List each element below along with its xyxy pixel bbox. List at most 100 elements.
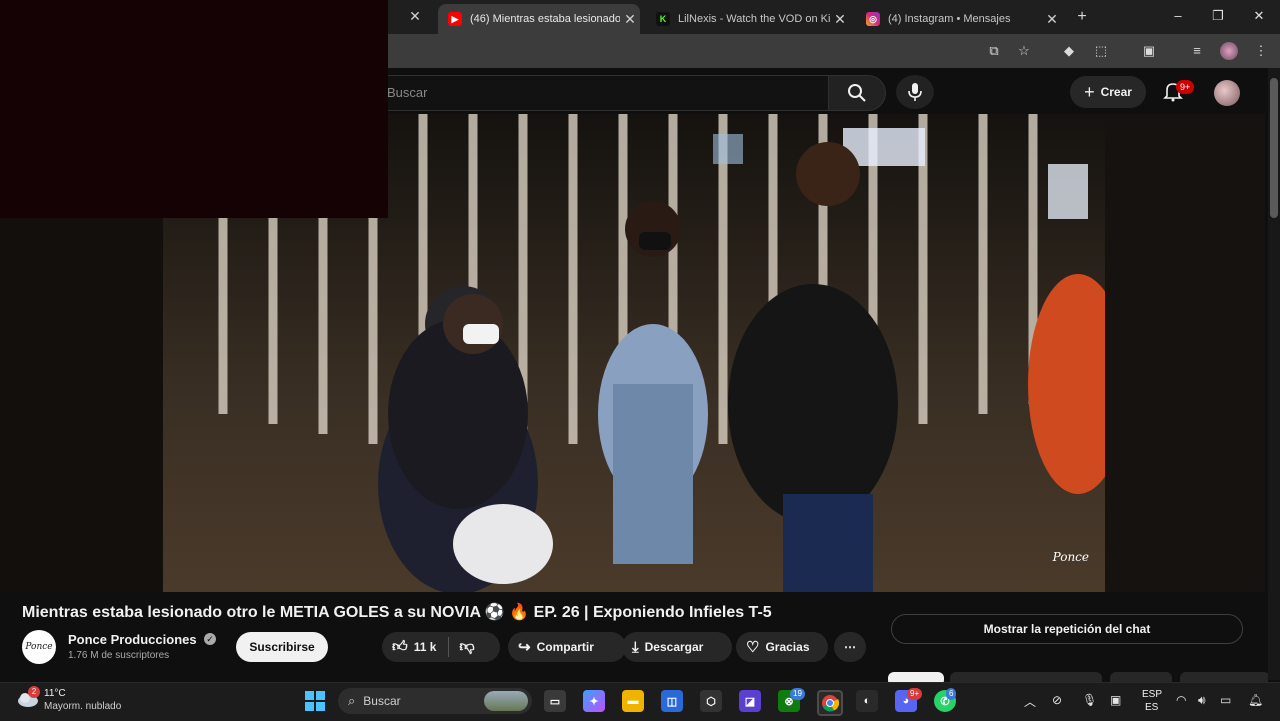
prev-tab-close-icon[interactable]: ✕: [404, 8, 426, 26]
show-hidden-icons[interactable]: ︿: [1024, 693, 1036, 710]
reading-list-icon[interactable]: ≡: [1188, 42, 1206, 60]
tab-instagram[interactable]: ◎ (4) Instagram • Mensajes ✕: [856, 4, 1062, 34]
tab-youtube[interactable]: ▶ (46) Mientras estaba lesionado ✕: [438, 4, 640, 34]
minimize-button[interactable]: –: [1166, 6, 1190, 26]
thanks-label: Gracias: [765, 640, 810, 654]
voice-search-button[interactable]: [896, 75, 934, 109]
extension-icon[interactable]: ◆: [1060, 42, 1078, 60]
extensions-puzzle-icon[interactable]: ⬚: [1092, 42, 1110, 60]
close-window-button[interactable]: ✕: [1247, 6, 1271, 26]
more-actions-button[interactable]: ⋯: [834, 632, 866, 662]
account-avatar[interactable]: [1214, 80, 1240, 106]
menu-dots-icon[interactable]: ⋮: [1252, 42, 1270, 60]
taskbar-search-input[interactable]: ⌕ Buscar: [338, 688, 532, 714]
discord-badge: 9+: [907, 688, 923, 700]
share-icon: ↪: [518, 639, 531, 656]
share-button[interactable]: ↪ Compartir: [508, 632, 626, 662]
recommendation-chips: [888, 672, 1268, 682]
windows-logo-icon: [316, 691, 325, 700]
chrome-icon[interactable]: [817, 690, 843, 716]
like-count[interactable]: 11 k: [414, 640, 437, 654]
battery-icon[interactable]: ▭: [1220, 693, 1231, 707]
app-icon[interactable]: ◐: [856, 690, 878, 712]
search-icon: ⌕: [348, 693, 356, 708]
divider: [448, 637, 450, 657]
close-tab-icon[interactable]: ✕: [620, 11, 640, 28]
chip[interactable]: [1180, 672, 1268, 682]
taskbar-search-placeholder: Buscar: [363, 694, 401, 708]
start-button[interactable]: [305, 691, 325, 711]
input-layout[interactable]: ES: [1145, 702, 1158, 713]
tray-app-icon[interactable]: ▣: [1110, 693, 1121, 707]
windows-logo-icon: [305, 691, 314, 700]
video-watermark: Ponce: [1052, 550, 1089, 564]
app-icon[interactable]: ⬡: [700, 690, 722, 712]
create-button[interactable]: + Crear: [1070, 76, 1146, 108]
create-label: Crear: [1100, 85, 1132, 99]
search-input[interactable]: Buscar: [372, 75, 829, 111]
video-title: Mientras estaba lesionado otro le METIA …: [22, 604, 772, 621]
show-chat-replay-button[interactable]: Mostrar la repetición del chat: [891, 614, 1243, 644]
overlay-panel: [0, 0, 388, 218]
microphone-icon: [908, 83, 922, 101]
video-surround: [1105, 114, 1265, 592]
subscribe-button[interactable]: Suscribirse: [236, 632, 328, 662]
notifications-icon[interactable]: 🔔︎: [1248, 693, 1263, 707]
profile-avatar[interactable]: [1220, 42, 1238, 60]
file-explorer-icon[interactable]: ▬: [622, 690, 644, 712]
chip[interactable]: [950, 672, 1102, 682]
notification-badge: 9+: [1176, 80, 1195, 94]
download-button[interactable]: ⤓ Descargar: [622, 632, 732, 662]
microphone-icon[interactable]: 🎙︎: [1082, 693, 1097, 707]
tray-app-icon[interactable]: ⊘: [1052, 693, 1062, 707]
download-label: Descargar: [644, 640, 704, 654]
close-tab-icon[interactable]: ✕: [830, 11, 850, 28]
weather-description[interactable]: Mayorm. nublado: [44, 701, 121, 712]
temperature[interactable]: 11°C: [44, 688, 66, 699]
close-tab-icon[interactable]: ✕: [1042, 11, 1062, 28]
thanks-icon: ♡: [746, 639, 760, 656]
chip[interactable]: [888, 672, 944, 682]
channel-avatar[interactable]: Ponce: [22, 630, 56, 664]
search-icon: [848, 84, 866, 102]
like-icon[interactable]: 👍︎: [392, 638, 408, 656]
input-language[interactable]: ESP: [1142, 689, 1162, 700]
dislike-icon[interactable]: 👎︎: [459, 638, 474, 656]
tab-title: LilNexis - Watch the VOD on Ki: [678, 13, 830, 25]
restore-button[interactable]: ❐: [1206, 6, 1230, 26]
microsoft-store-icon[interactable]: ◫: [661, 690, 683, 712]
search-highlight-icon: [484, 691, 528, 711]
app-icon[interactable]: ◪: [739, 690, 761, 712]
share-label: Compartir: [536, 640, 594, 654]
weather-badge: 2: [28, 686, 40, 698]
search-placeholder: Buscar: [387, 85, 428, 100]
bookmark-star-icon[interactable]: ☆: [1015, 42, 1033, 60]
plus-icon: +: [1084, 81, 1095, 102]
side-panel-icon[interactable]: ▣: [1140, 42, 1158, 60]
subscriber-count: 1.76 M de suscriptores: [68, 650, 170, 661]
instagram-icon: ◎: [866, 12, 880, 26]
windows-logo-icon: [316, 702, 325, 711]
tab-title: (46) Mientras estaba lesionado: [470, 13, 620, 25]
copilot-icon[interactable]: ✦: [583, 690, 605, 712]
download-icon: ⤓: [632, 638, 639, 656]
kick-icon: K: [656, 12, 670, 26]
install-app-icon[interactable]: ⧉: [985, 42, 1003, 60]
youtube-icon: ▶: [448, 12, 462, 26]
windows-logo-icon: [305, 702, 314, 711]
verified-icon: ✓: [204, 633, 216, 645]
new-tab-button[interactable]: +: [1072, 7, 1092, 27]
scrollbar-thumb[interactable]: [1270, 78, 1278, 218]
volume-icon[interactable]: 🔊︎: [1198, 693, 1206, 708]
tab-kick[interactable]: K LilNexis - Watch the VOD on Ki ✕: [646, 4, 850, 34]
xbox-badge: 19: [790, 688, 805, 700]
channel-avatar-text: Ponce: [25, 642, 53, 652]
channel-name[interactable]: Ponce Producciones: [68, 632, 197, 647]
like-dislike-group: 👍︎ 11 k 👎︎: [382, 632, 500, 662]
search-button[interactable]: [828, 75, 886, 111]
task-view-icon[interactable]: ▭: [544, 690, 566, 712]
thanks-button[interactable]: ♡ Gracias: [736, 632, 828, 662]
wifi-icon[interactable]: ◠: [1176, 693, 1186, 707]
chip[interactable]: [1110, 672, 1172, 682]
video-surround: [0, 218, 163, 592]
